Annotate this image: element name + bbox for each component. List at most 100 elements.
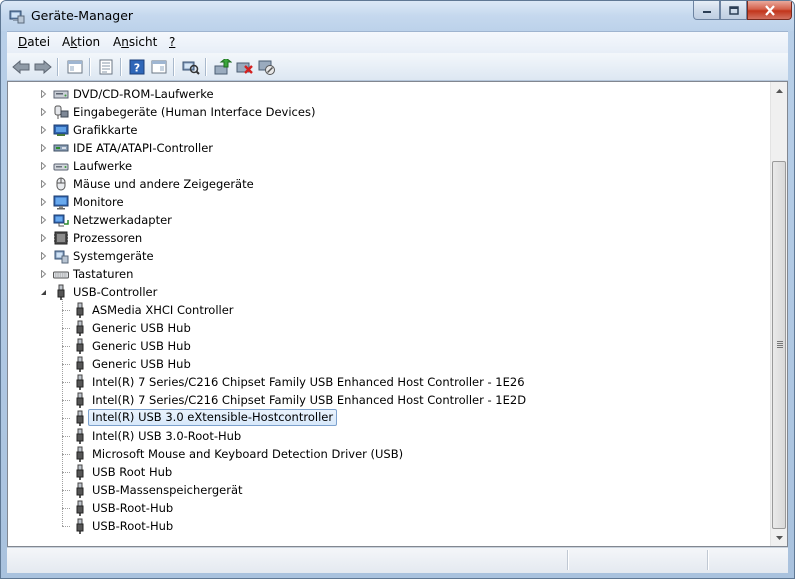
- usb-device-icon: [76, 356, 84, 372]
- usb-device-icon: [76, 500, 84, 516]
- tree-category-row[interactable]: Mäuse und andere Zeigegeräte: [8, 175, 768, 193]
- help-button[interactable]: ?: [127, 57, 147, 77]
- tree-category-row[interactable]: Tastaturen: [8, 265, 768, 283]
- expand-arrow-icon[interactable]: [40, 270, 47, 278]
- tree-connector: [62, 490, 70, 491]
- usb-device-icon: [72, 302, 88, 318]
- usb-device-icon: [72, 338, 88, 354]
- tree-device-row[interactable]: Intel(R) USB 3.0-Root-Hub: [8, 427, 768, 445]
- tree-connector: [62, 382, 70, 383]
- tree-device-row[interactable]: Generic USB Hub: [8, 319, 768, 337]
- tree-device-row[interactable]: Intel(R) USB 3.0 eXtensible-Hostcontroll…: [8, 409, 768, 427]
- scroll-grip: [777, 347, 783, 348]
- tree-category-row[interactable]: USB-Controller: [8, 283, 768, 301]
- usb-device-icon: [72, 500, 88, 516]
- scroll-thumb[interactable]: [772, 161, 786, 529]
- tree-category-row[interactable]: IDE ATA/ATAPI-Controller: [8, 139, 768, 157]
- uninstall-device-button[interactable]: [235, 57, 255, 77]
- title-bar[interactable]: Geräte-Manager: [1, 1, 794, 31]
- tree-category-label: DVD/CD-ROM-Laufwerke: [73, 87, 214, 101]
- tree-category-label: Monitore: [73, 195, 124, 209]
- expand-arrow-icon[interactable]: [40, 90, 47, 98]
- tree-device-row[interactable]: USB Root Hub: [8, 463, 768, 481]
- tree-category-row[interactable]: DVD/CD-ROM-Laufwerke: [8, 85, 768, 103]
- mouse-icon: [56, 177, 66, 191]
- tree-category-label: Grafikkarte: [73, 123, 138, 137]
- tree-category-row[interactable]: Prozessoren: [8, 229, 768, 247]
- tree-device-row[interactable]: Intel(R) 7 Series/C216 Chipset Family US…: [8, 391, 768, 409]
- disable-device-button[interactable]: [257, 57, 277, 77]
- expand-arrow-icon[interactable]: [40, 126, 47, 134]
- toolbar: ?: [7, 53, 788, 81]
- close-button[interactable]: [747, 1, 792, 20]
- help-icon: ?: [129, 59, 145, 75]
- tree-category-row[interactable]: Systemgeräte: [8, 247, 768, 265]
- display-adapter-icon: [53, 124, 69, 136]
- collapse-arrow-icon[interactable]: [40, 288, 47, 296]
- monitor-icon: [53, 194, 69, 210]
- scroll-down-button[interactable]: [771, 529, 787, 546]
- maximize-button[interactable]: [720, 1, 747, 20]
- console-tree-icon: [67, 60, 83, 74]
- update-driver-button[interactable]: [213, 57, 233, 77]
- vertical-scrollbar[interactable]: [770, 82, 787, 546]
- tree-connector: [62, 526, 70, 527]
- tree-device-row[interactable]: Generic USB Hub: [8, 337, 768, 355]
- tree-category-label: Netzwerkadapter: [73, 213, 172, 227]
- tree-category-row[interactable]: Eingabegeräte (Human Interface Devices): [8, 103, 768, 121]
- tree-device-row[interactable]: Generic USB Hub: [8, 355, 768, 373]
- forward-button[interactable]: [33, 57, 53, 77]
- expand-arrow-icon[interactable]: [40, 162, 47, 170]
- scroll-down-icon: [775, 535, 783, 540]
- usb-device-icon: [72, 446, 88, 462]
- toolbar-separator: [57, 58, 58, 76]
- scan-hardware-button[interactable]: [181, 57, 201, 77]
- tree-category-label: Prozessoren: [73, 231, 143, 245]
- tree-category-row[interactable]: Monitore: [8, 193, 768, 211]
- tree-device-row[interactable]: Intel(R) 7 Series/C216 Chipset Family US…: [8, 373, 768, 391]
- caption-buttons: [693, 1, 792, 21]
- menu-aktion-prefix: A: [62, 35, 71, 49]
- display-adapter-icon: [53, 122, 69, 138]
- expand-arrow-icon[interactable]: [40, 198, 47, 206]
- tree-device-row[interactable]: ASMedia XHCI Controller: [8, 301, 768, 319]
- uninstall-device-icon: [236, 62, 253, 74]
- expand-arrow-icon[interactable]: [40, 252, 47, 260]
- forward-arrow-icon: [34, 60, 52, 74]
- expand-arrow-icon[interactable]: [40, 234, 47, 242]
- back-button[interactable]: [11, 57, 31, 77]
- tree-category-row[interactable]: Grafikkarte: [8, 121, 768, 139]
- menu-aktion[interactable]: Aktion: [62, 35, 100, 49]
- tree-device-row[interactable]: USB-Massenspeichergerät: [8, 481, 768, 499]
- device-manager-window: Geräte-Manager Datei Aktion Ansicht ? ? …: [0, 0, 795, 579]
- tree-connector: [62, 472, 70, 473]
- tree-category-label: Laufwerke: [73, 159, 133, 173]
- show-hide-button[interactable]: [149, 57, 169, 77]
- minimize-button[interactable]: [693, 1, 720, 20]
- scroll-up-button[interactable]: [771, 82, 787, 99]
- usb-device-icon: [76, 446, 84, 462]
- tree-device-label: Generic USB Hub: [92, 357, 191, 371]
- expand-arrow-icon[interactable]: [40, 216, 47, 224]
- device-tree[interactable]: DVD/CD-ROM-Laufwerke Eingabegeräte (Human…: [7, 81, 788, 547]
- expand-arrow-icon[interactable]: [40, 144, 47, 152]
- tree-device-row[interactable]: USB-Root-Hub: [8, 517, 768, 535]
- expand-arrow-icon[interactable]: [40, 180, 47, 188]
- tree-device-label: USB-Root-Hub: [92, 519, 174, 533]
- tree-category-row[interactable]: Laufwerke: [8, 157, 768, 175]
- toolbar-separator: [120, 58, 121, 76]
- menu-datei[interactable]: Datei: [18, 35, 50, 49]
- tree-category-row[interactable]: Netzwerkadapter: [8, 211, 768, 229]
- usb-device-icon: [72, 320, 88, 336]
- expand-arrow-icon[interactable]: [40, 108, 47, 116]
- console-tree-button[interactable]: [65, 57, 85, 77]
- properties-button[interactable]: [96, 57, 116, 77]
- properties-icon: [99, 59, 113, 75]
- update-driver-icon: [214, 59, 232, 75]
- usb-device-icon: [72, 428, 88, 444]
- menu-ansicht[interactable]: Ansicht: [113, 35, 157, 49]
- tree-category-label: Eingabegeräte (Human Interface Devices): [73, 105, 316, 119]
- tree-device-row[interactable]: Microsoft Mouse and Keyboard Detection D…: [8, 445, 768, 463]
- tree-device-row[interactable]: USB-Root-Hub: [8, 499, 768, 517]
- menu-help[interactable]: ?: [169, 35, 175, 49]
